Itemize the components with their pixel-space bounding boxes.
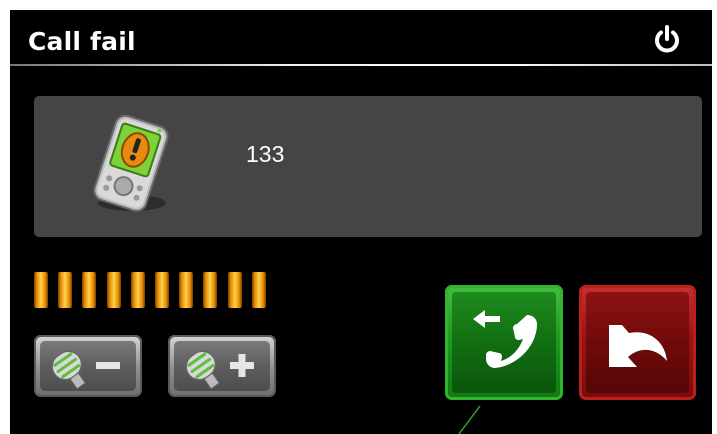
- call-fail-screen: Call fail 133: [10, 10, 712, 434]
- trace-line: [458, 405, 481, 434]
